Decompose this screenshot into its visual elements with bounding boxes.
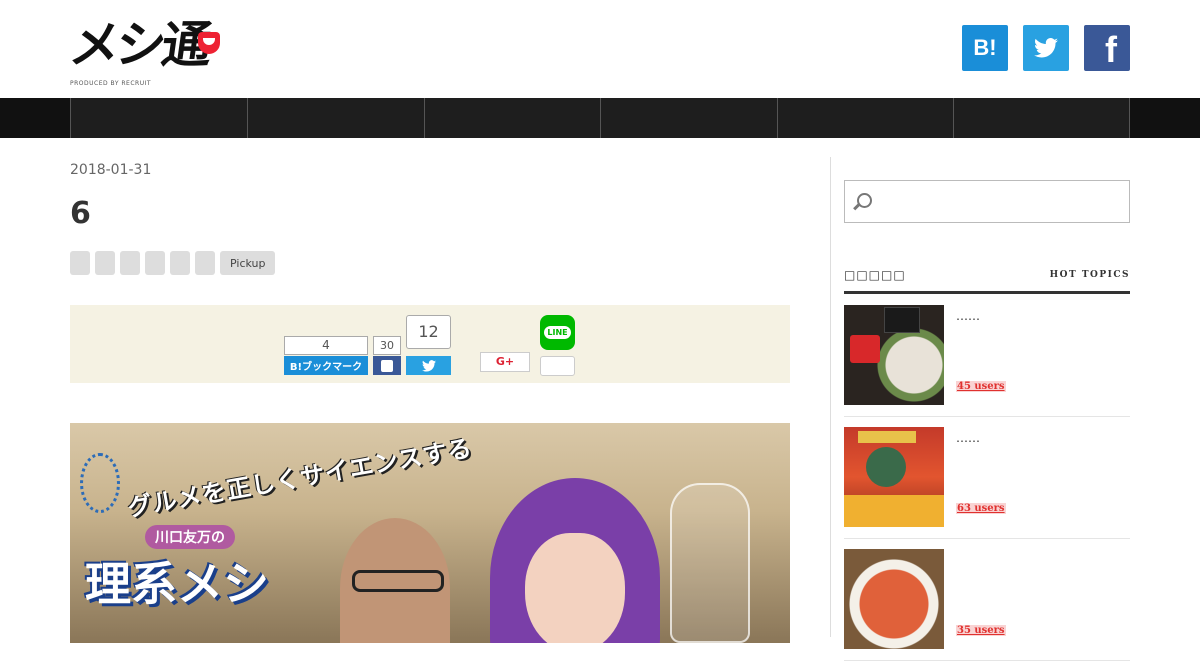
hero-subtitle: 川口友万の <box>145 525 235 549</box>
hatena-button[interactable]: B! <box>962 25 1008 71</box>
facebook-icon <box>381 359 393 372</box>
tag[interactable] <box>170 251 190 275</box>
global-nav <box>0 98 1200 138</box>
hero-headline: グルメを正しくサイエンスする <box>125 433 475 523</box>
line-icon-label: LINE <box>544 326 571 339</box>
logo-sub: PRODUCED BY RECRUIT <box>70 80 152 87</box>
topic-title[interactable]: …… <box>956 309 980 323</box>
topic-users[interactable]: 45 users <box>956 381 1006 392</box>
hero-title: 理系メシ <box>85 557 269 611</box>
hot-topics-header: □□□□□ HOT TOPICS <box>844 264 1130 294</box>
topic-users[interactable]: 63 users <box>956 503 1006 514</box>
nav-divider <box>1129 98 1130 138</box>
nav-item-6[interactable] <box>953 98 1129 138</box>
twitter-icon <box>421 359 436 372</box>
search-icon <box>857 193 872 208</box>
nav-item-1[interactable] <box>70 98 247 138</box>
hero-image[interactable]: グルメを正しくサイエンスする 川口友万の 理系メシ <box>70 423 790 643</box>
tag-list: Pickup <box>70 251 276 275</box>
hatena-bookmark-button[interactable]: B!ブックマーク <box>284 356 368 375</box>
line-count <box>540 356 575 376</box>
tag[interactable] <box>145 251 165 275</box>
article-title: 6 <box>70 196 91 231</box>
dna-icon <box>80 453 120 513</box>
nav-item-5[interactable] <box>777 98 953 138</box>
list-item[interactable]: …… 45 users <box>844 305 1130 417</box>
tag[interactable] <box>120 251 140 275</box>
hatena-count: 4 <box>284 336 368 355</box>
column-divider <box>830 157 831 637</box>
article-date: 2018-01-31 <box>70 162 152 178</box>
google-plus-button[interactable]: G+ <box>480 352 530 372</box>
nav-item-3[interactable] <box>424 98 600 138</box>
flask-icon <box>670 483 750 643</box>
logo-text: メシ通 <box>65 15 213 74</box>
site-logo[interactable]: メシ通 PRODUCED BY RECRUIT <box>66 10 220 88</box>
site-header: メシ通 PRODUCED BY RECRUIT B! f <box>0 0 1200 98</box>
tweet-button[interactable] <box>406 356 451 375</box>
line-button[interactable]: LINE <box>540 315 575 350</box>
facebook-button[interactable]: f <box>1084 25 1130 71</box>
list-item[interactable]: …… 63 users <box>844 427 1130 539</box>
topic-thumbnail[interactable] <box>844 549 944 649</box>
topic-thumbnail[interactable] <box>844 427 944 527</box>
facebook-count: 30 <box>373 336 401 355</box>
tag-pickup[interactable]: Pickup <box>220 251 276 275</box>
twitter-icon <box>1034 38 1058 58</box>
nav-item-2[interactable] <box>247 98 424 138</box>
bowl-icon <box>198 32 220 54</box>
tag[interactable] <box>95 251 115 275</box>
topic-users[interactable]: 35 users <box>956 625 1006 636</box>
topic-thumbnail[interactable] <box>844 305 944 405</box>
man-figure <box>340 518 450 643</box>
twitter-count: 12 <box>406 315 451 349</box>
nav-item-4[interactable] <box>600 98 777 138</box>
list-item[interactable]: 35 users <box>844 549 1130 661</box>
tag[interactable] <box>195 251 215 275</box>
facebook-share-button[interactable] <box>373 356 401 375</box>
hot-topics-title: □□□□□ <box>844 268 906 282</box>
share-bar: 4 B!ブックマーク 30 12 G+ LINE <box>70 305 790 383</box>
girl-face <box>525 533 625 643</box>
search-input[interactable] <box>844 180 1130 223</box>
topic-title[interactable]: …… <box>956 431 980 445</box>
tag[interactable] <box>70 251 90 275</box>
twitter-button[interactable] <box>1023 25 1069 71</box>
hot-topics-label: HOT TOPICS <box>1049 270 1130 280</box>
